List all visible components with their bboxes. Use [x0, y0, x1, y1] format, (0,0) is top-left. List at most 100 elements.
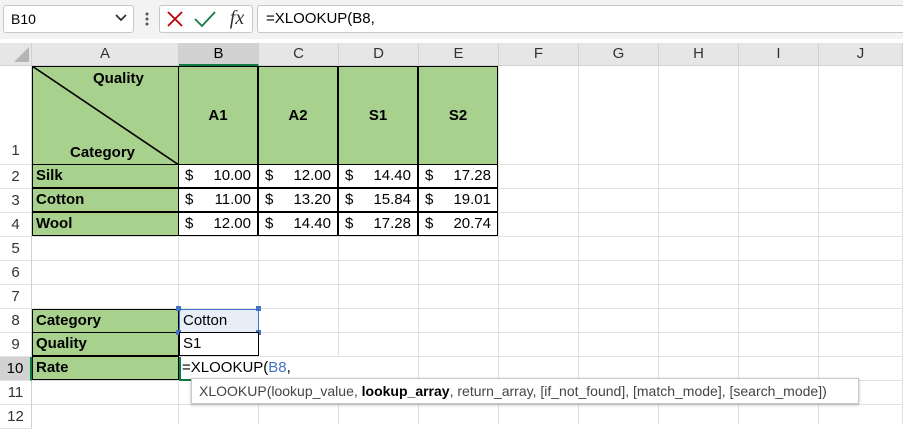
rate-cell[interactable]: $14.40	[258, 212, 338, 236]
rate-value: 10.00	[213, 167, 251, 184]
rate-cell[interactable]: $10.00	[178, 164, 258, 188]
column-header-c[interactable]: C	[259, 43, 339, 66]
row-header-5[interactable]: 5	[0, 237, 32, 261]
rate-value: 11.00	[214, 191, 251, 208]
rate-cell[interactable]: $15.84	[338, 188, 418, 212]
column-header-g[interactable]: G	[579, 43, 659, 66]
function-signature-tooltip: XLOOKUP(lookup_value, lookup_array, retu…	[191, 378, 859, 404]
column-header-a[interactable]: A	[32, 43, 179, 66]
row-header-4[interactable]: 4	[0, 213, 32, 237]
diagonal-header-cell[interactable]: Quality Category	[32, 66, 179, 165]
lookup-quality-label[interactable]: Quality	[32, 332, 179, 356]
column-header-h[interactable]: H	[659, 43, 739, 66]
header-bottom-label: Category	[70, 144, 136, 161]
column-header-d[interactable]: D	[339, 43, 419, 66]
currency-symbol: $	[265, 215, 274, 232]
column-header-i[interactable]: I	[739, 43, 819, 66]
gridline-vertical	[498, 66, 499, 424]
formula-ref-b8: B8	[268, 359, 287, 376]
column-header-b[interactable]: B	[179, 43, 259, 66]
rate-value: 15.84	[373, 191, 411, 208]
tooltip-arg-current[interactable]: lookup_array	[362, 383, 450, 399]
rate-cell[interactable]: $13.20	[258, 188, 338, 212]
row-header-9[interactable]: 9	[0, 333, 32, 357]
currency-symbol: $	[185, 191, 194, 208]
row-header-3[interactable]: 3	[0, 189, 32, 213]
gridline-horizontal	[32, 260, 903, 261]
rate-cell[interactable]: $12.00	[258, 164, 338, 188]
rate-cell[interactable]: $17.28	[338, 212, 418, 236]
rate-value: 14.40	[293, 215, 331, 232]
category-cell-cotton[interactable]: Cotton	[32, 188, 179, 212]
gridline-horizontal	[32, 284, 903, 285]
rate-value: 17.28	[453, 167, 491, 184]
gridline-vertical	[658, 66, 659, 424]
row-header-2[interactable]: 2	[0, 165, 32, 189]
gridline-vertical	[818, 66, 819, 424]
tooltip-remaining-args: , return_array, [if_not_found], [match_m…	[449, 383, 827, 399]
column-header-f[interactable]: F	[499, 43, 579, 66]
range-handle[interactable]	[256, 306, 261, 311]
currency-symbol: $	[425, 215, 434, 232]
gridline-vertical	[738, 66, 739, 424]
currency-symbol: $	[425, 191, 434, 208]
lookup-category-label[interactable]: Category	[32, 309, 179, 333]
quality-header-a1[interactable]: A1	[178, 66, 258, 165]
currency-symbol: $	[185, 215, 194, 232]
enter-check-icon[interactable]	[193, 9, 217, 29]
rate-cell[interactable]: $20.74	[418, 212, 498, 236]
more-options-icon[interactable]	[142, 9, 152, 29]
currency-symbol: $	[185, 167, 194, 184]
currency-symbol: $	[265, 167, 274, 184]
rate-value: 12.00	[293, 167, 331, 184]
gridline-vertical	[578, 66, 579, 424]
quality-header-s2[interactable]: S2	[418, 66, 498, 165]
rate-value: 14.40	[373, 167, 411, 184]
lookup-rate-label[interactable]: Rate	[32, 356, 179, 380]
category-cell-wool[interactable]: Wool	[32, 212, 179, 236]
gridline-horizontal	[32, 236, 903, 237]
column-header-e[interactable]: E	[419, 43, 499, 66]
rate-value: 12.00	[213, 215, 251, 232]
chevron-down-icon[interactable]	[114, 10, 128, 26]
insert-function-icon[interactable]: fx	[224, 4, 250, 32]
rate-cell[interactable]: $12.00	[178, 212, 258, 236]
currency-symbol: $	[425, 167, 434, 184]
column-headers: ABCDEFGHIJ	[32, 43, 903, 66]
formula-input[interactable]: =XLOOKUP(B8,	[257, 5, 903, 33]
currency-symbol: $	[345, 215, 354, 232]
rate-cell[interactable]: $14.40	[338, 164, 418, 188]
row-header-12[interactable]: 12	[0, 405, 32, 429]
row-header-11[interactable]: 11	[0, 381, 32, 405]
formula-suffix: ,	[286, 359, 291, 376]
tooltip-function-name[interactable]: XLOOKUP(	[199, 383, 271, 399]
quality-header-s1[interactable]: S1	[338, 66, 418, 165]
gridline-horizontal	[32, 404, 903, 405]
select-all-triangle-icon	[14, 47, 29, 62]
currency-symbol: $	[345, 191, 354, 208]
row-header-8[interactable]: 8	[0, 309, 32, 333]
rate-cell[interactable]: $11.00	[178, 188, 258, 212]
rate-cell[interactable]: $17.28	[418, 164, 498, 188]
cancel-icon[interactable]	[165, 9, 185, 29]
currency-symbol: $	[345, 167, 354, 184]
tooltip-arg-lookup-value[interactable]: lookup_value,	[271, 383, 361, 399]
rate-cell[interactable]: $19.01	[418, 188, 498, 212]
range-handle[interactable]	[176, 306, 181, 311]
quality-header-a2[interactable]: A2	[258, 66, 338, 165]
rate-value: 20.74	[453, 215, 491, 232]
row-headers: 1 2 3 4 5 6 7 8 9 10 11 12	[0, 66, 32, 429]
category-input-cell[interactable]: Cotton	[179, 309, 259, 333]
quality-input-cell[interactable]: S1	[179, 332, 259, 356]
row-header-7[interactable]: 7	[0, 285, 32, 309]
rate-value: 19.01	[453, 191, 491, 208]
currency-symbol: $	[265, 191, 274, 208]
rate-value: 17.28	[373, 215, 411, 232]
category-cell-silk[interactable]: Silk	[32, 164, 179, 188]
column-header-j[interactable]: J	[819, 43, 903, 66]
row-header-10[interactable]: 10	[0, 357, 32, 381]
header-top-label: Quality	[93, 70, 144, 87]
row-header-1[interactable]: 1	[0, 66, 32, 165]
row-header-6[interactable]: 6	[0, 261, 32, 285]
worksheet-grid[interactable]: Quality Category A1 A2 S1 S2 Silk $10.00 $12.00 $…	[32, 66, 903, 424]
